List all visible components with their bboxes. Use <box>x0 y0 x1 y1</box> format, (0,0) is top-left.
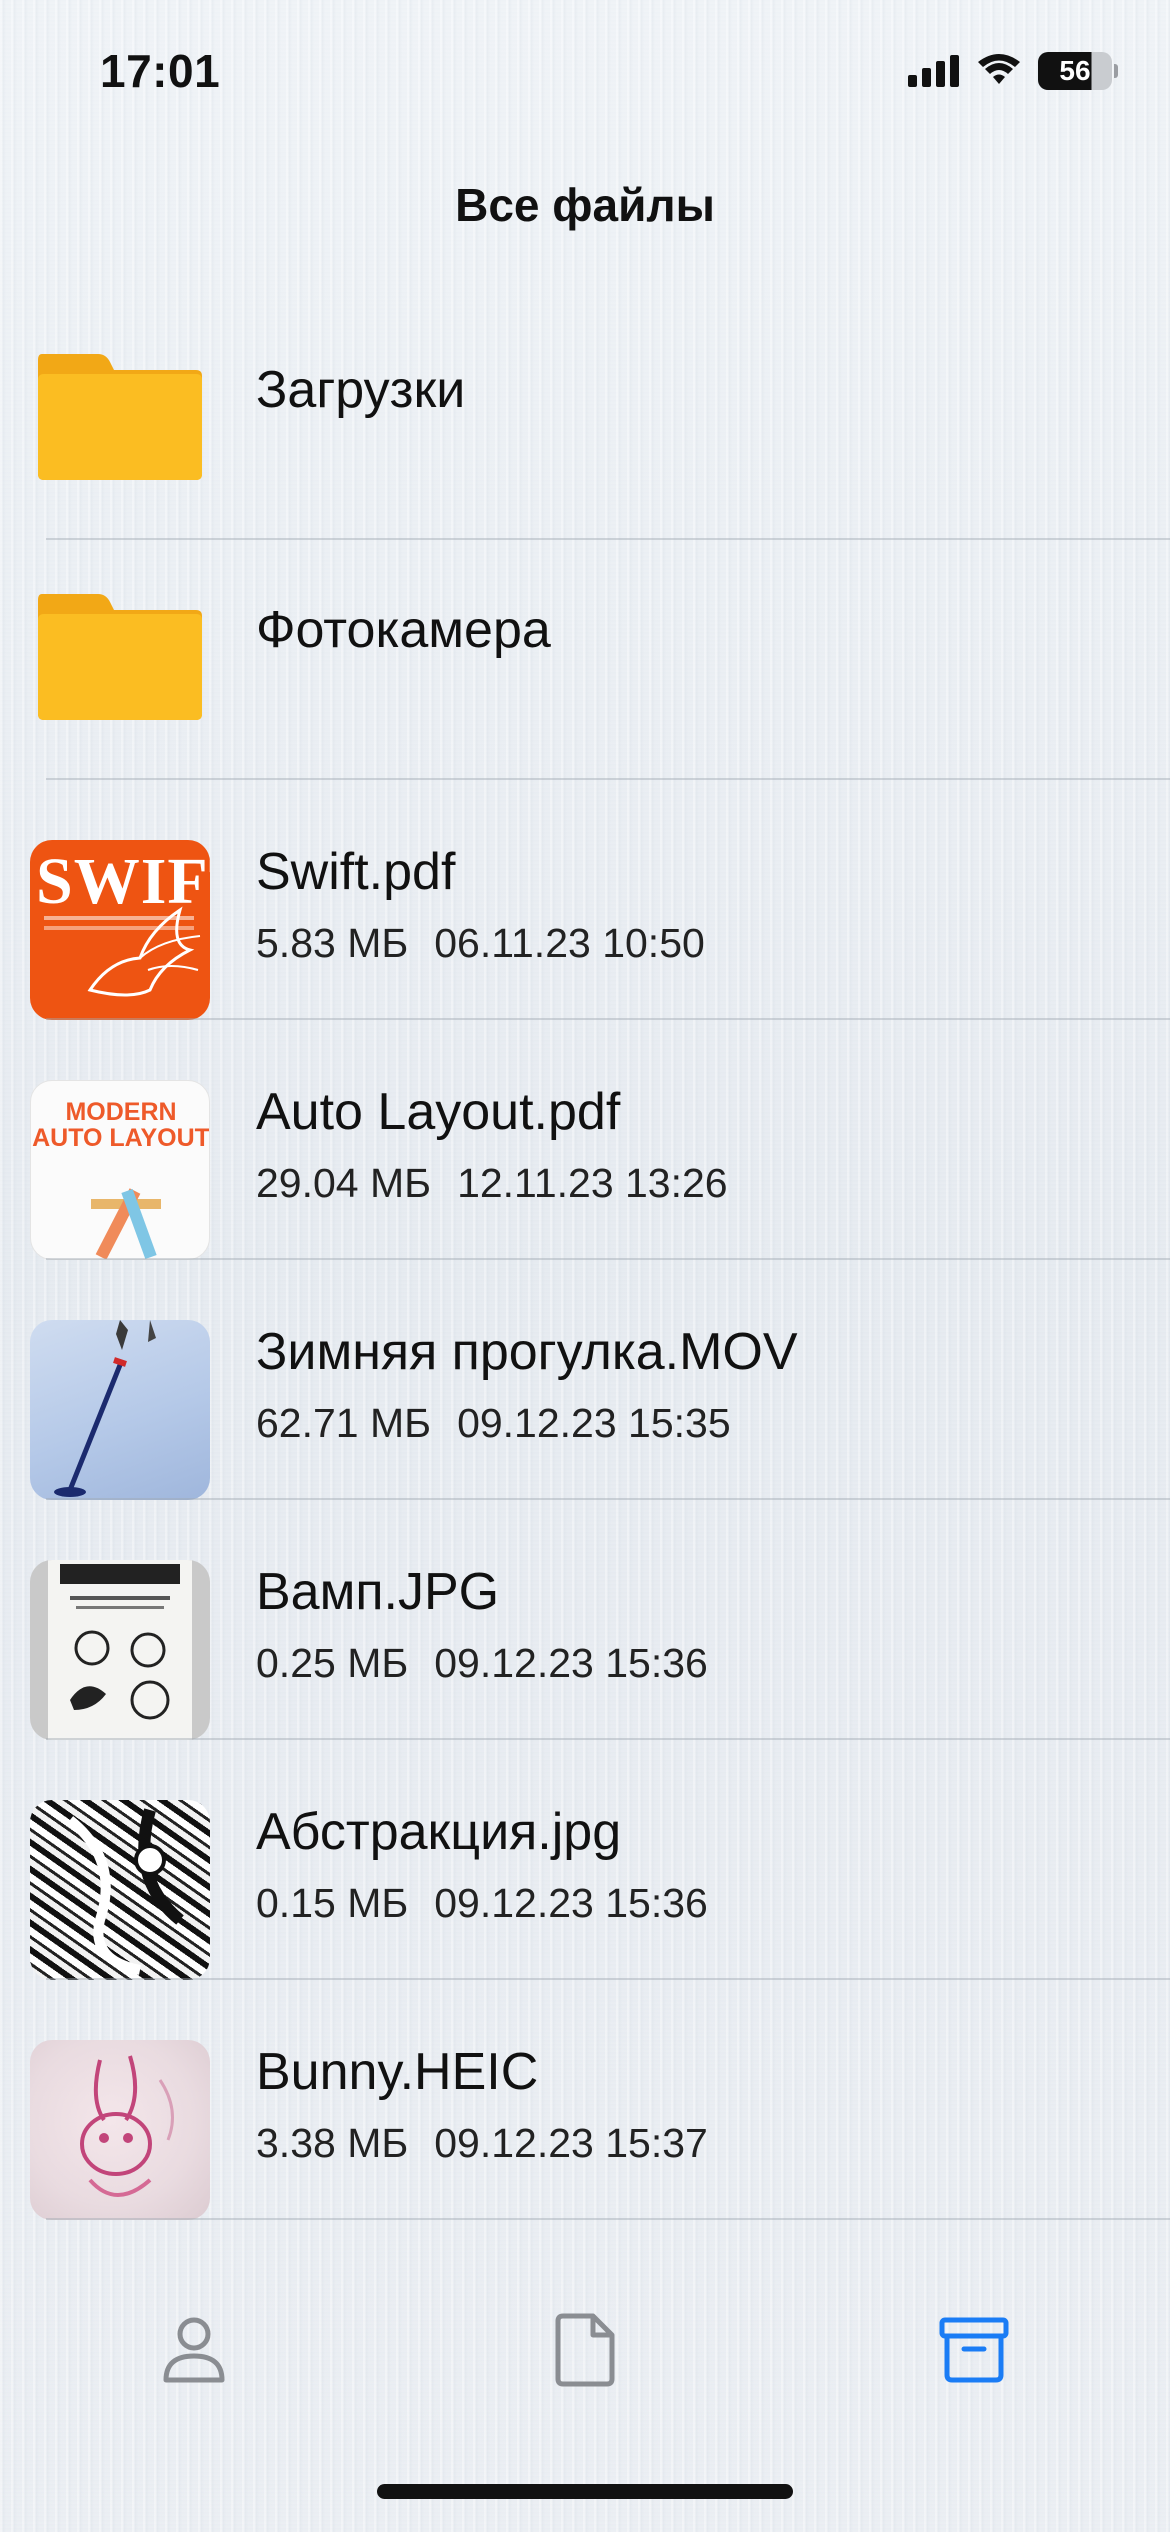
file-meta: 62.71 МБ 09.12.23 15:35 <box>256 1400 798 1447</box>
folder-icon <box>38 594 202 720</box>
file-meta: 0.15 МБ 09.12.23 15:36 <box>256 1880 708 1927</box>
file-text: Bunny.HEIC 3.38 МБ 09.12.23 15:37 <box>256 2042 708 2167</box>
cellular-signal-icon <box>908 55 959 87</box>
document-icon <box>555 2313 615 2387</box>
status-bar: 17:01 56 <box>0 0 1170 140</box>
image-thumbnail <box>30 2040 210 2220</box>
file-size: 3.38 МБ <box>256 2120 409 2166</box>
file-date: 09.12.23 15:36 <box>434 1640 708 1686</box>
file-size: 29.04 МБ <box>256 1160 432 1206</box>
bunny-sketch-illustration-icon <box>80 2055 174 2197</box>
file-text: Вамп.JPG 0.25 МБ 09.12.23 15:36 <box>256 1562 708 1687</box>
status-icons: 56 <box>908 52 1118 90</box>
list-item-file[interactable]: SWIFT Swift.pdf 5.83 МБ 06.11.23 10:50 <box>0 780 1170 1020</box>
file-meta: 29.04 МБ 12.11.23 13:26 <box>256 1160 728 1207</box>
pdf-thumbnail: SWIFT <box>30 840 210 1020</box>
folder-icon <box>38 354 202 480</box>
tab-bar <box>0 2220 1170 2480</box>
battery-level: 56 <box>1059 55 1091 86</box>
file-date: 12.11.23 13:26 <box>457 1160 728 1206</box>
file-name: Swift.pdf <box>256 843 456 901</box>
file-size: 0.25 МБ <box>256 1640 409 1686</box>
file-name: Загрузки <box>256 361 466 419</box>
home-indicator[interactable] <box>377 2484 793 2499</box>
pdf-thumbnail: MODERN AUTO LAYOUT <box>30 1080 210 1260</box>
file-text: Фотокамера <box>256 600 551 660</box>
list-item-file[interactable]: MODERN AUTO LAYOUT Auto Layout.pdf 29.04… <box>0 1020 1170 1260</box>
bird-illustration-icon <box>87 906 201 997</box>
list-item-file[interactable]: Bunny.HEIC 3.38 МБ 09.12.23 15:37 <box>0 1980 1170 2220</box>
list-item-file[interactable]: Вамп.JPG 0.25 МБ 09.12.23 15:36 <box>0 1500 1170 1740</box>
file-size: 5.83 МБ <box>256 920 409 966</box>
status-time: 17:01 <box>100 45 221 97</box>
page-title: Все файлы <box>455 179 715 231</box>
file-size: 62.71 МБ <box>256 1400 432 1446</box>
tab-documents[interactable] <box>535 2300 635 2400</box>
file-name: Auto Layout.pdf <box>256 1083 621 1141</box>
file-date: 06.11.23 10:50 <box>434 920 705 966</box>
file-text: Абстракция.jpg 0.15 МБ 09.12.23 15:36 <box>256 1802 708 1927</box>
video-thumbnail <box>30 1320 210 1500</box>
file-text: Зимняя прогулка.MOV 62.71 МБ 09.12.23 15:… <box>256 1322 798 1447</box>
file-text: Auto Layout.pdf 29.04 МБ 12.11.23 13:26 <box>256 1082 728 1207</box>
wifi-icon <box>978 54 1020 84</box>
file-date: 09.12.23 15:35 <box>457 1400 731 1446</box>
file-name: Bunny.HEIC <box>256 2043 539 2101</box>
file-name: Фотокамера <box>256 601 551 659</box>
file-text: Загрузки <box>256 360 465 420</box>
file-name: Зимняя прогулка.MOV <box>256 1323 798 1381</box>
person-icon <box>163 2317 225 2383</box>
file-meta: 3.38 МБ 09.12.23 15:37 <box>256 2120 708 2167</box>
file-meta: 0.25 МБ 09.12.23 15:36 <box>256 1640 708 1687</box>
image-thumbnail <box>30 1560 210 1740</box>
file-text: Swift.pdf 5.83 МБ 06.11.23 10:50 <box>256 842 705 967</box>
file-name: Абстракция.jpg <box>256 1803 622 1861</box>
list-item-file[interactable]: Абстракция.jpg 0.15 МБ 09.12.23 15:36 <box>0 1740 1170 1980</box>
battery-icon: 56 <box>1038 52 1118 90</box>
list-item-folder-camera[interactable]: Фотокамера <box>0 540 1170 780</box>
image-thumbnail <box>30 1800 210 1980</box>
file-size: 0.15 МБ <box>256 1880 409 1926</box>
pencil-illustration-icon <box>91 1188 161 1259</box>
tab-archive[interactable] <box>924 2300 1024 2400</box>
list-item-file[interactable]: Зимняя прогулка.MOV 62.71 МБ 09.12.23 15:… <box>0 1260 1170 1500</box>
list-item-folder-downloads[interactable]: Загрузки <box>0 300 1170 540</box>
file-list: Загрузки Фотокамера SWIFT Swift.pdf 5.83… <box>0 300 1170 2220</box>
tab-profile[interactable] <box>144 2300 244 2400</box>
archive-box-icon <box>939 2317 1009 2383</box>
snow-scene-illustration-icon <box>54 1320 156 1497</box>
file-meta: 5.83 МБ 06.11.23 10:50 <box>256 920 705 967</box>
abstract-illustration-icon <box>66 1808 184 1975</box>
file-date: 09.12.23 15:36 <box>434 1880 708 1926</box>
file-date: 09.12.23 15:37 <box>434 2120 708 2166</box>
poster-illustration-icon <box>48 1560 192 1740</box>
file-name: Вамп.JPG <box>256 1563 500 1621</box>
